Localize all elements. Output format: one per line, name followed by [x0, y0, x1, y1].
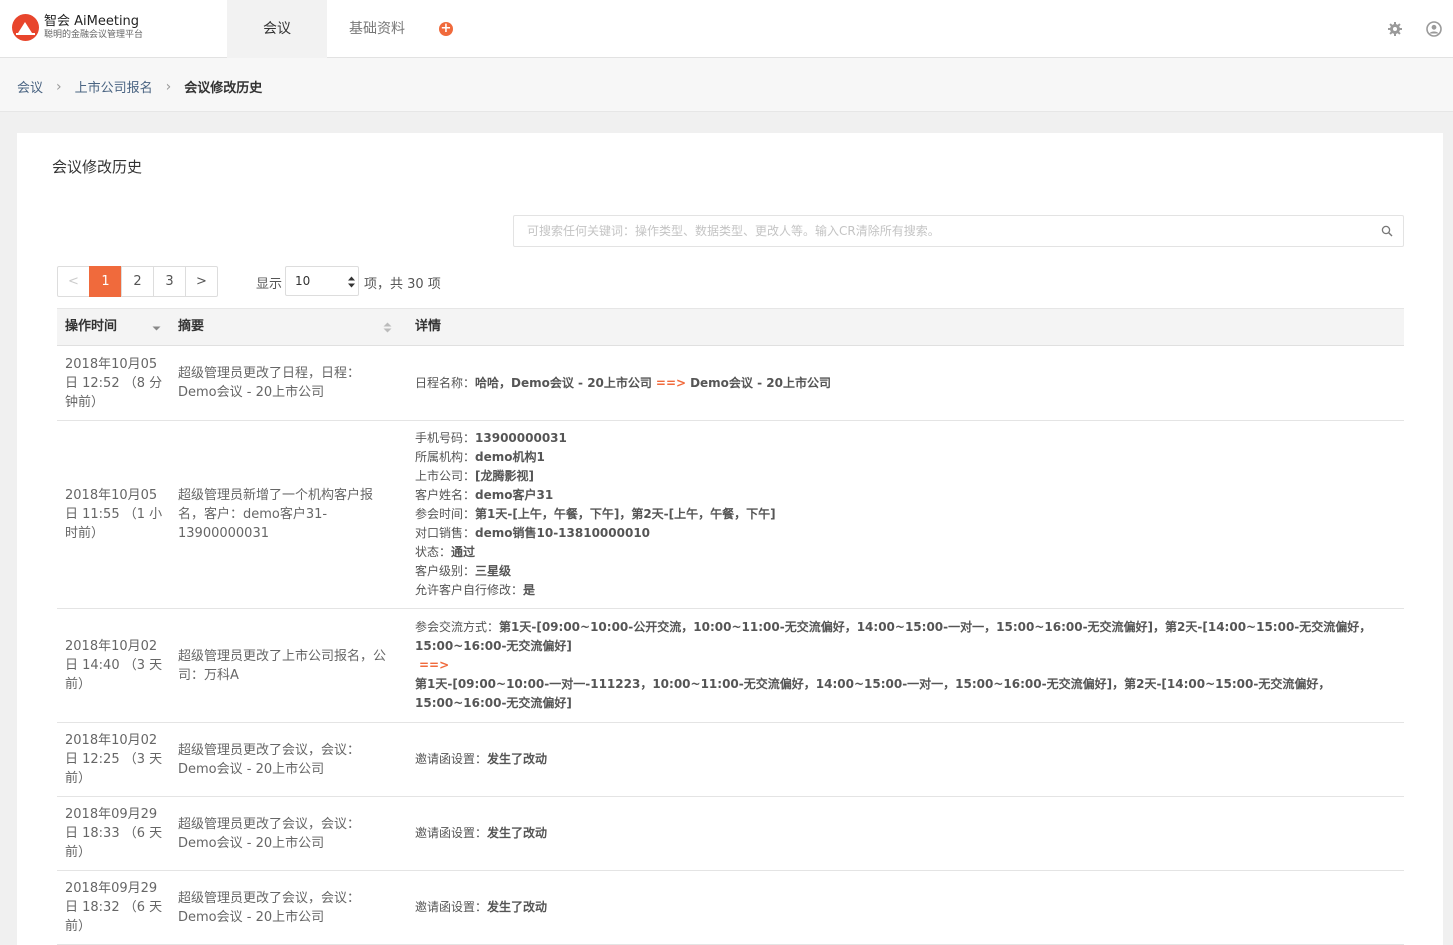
detail-key: 邀请函设置：	[415, 752, 488, 766]
history-table: 操作时间 摘要 详情 2018年10月05日 12:52 （8 分钟前） 超级管…	[57, 308, 1404, 945]
detail-key: 日程名称：	[415, 375, 476, 390]
detail-value: demo销售10-13810000010	[475, 526, 651, 540]
row-time: 2018年10月05日 11:55 （1 小时前）	[65, 488, 163, 541]
detail-key: 客户级别：	[415, 564, 476, 578]
row-time: 2018年09月29日 18:32 （6 天前）	[65, 881, 163, 934]
brand-subtitle: 聪明的金融会议管理平台	[44, 30, 144, 40]
search-icon[interactable]	[1381, 225, 1393, 237]
detail-new-value: Demo会议 - 20上市公司	[690, 375, 831, 390]
brand-logo-area[interactable]: 智会 AiMeeting 聪明的金融会议管理平台	[12, 14, 143, 41]
detail-value: 发生了改动	[487, 752, 548, 766]
detail-key: 客户姓名：	[415, 488, 476, 502]
row-summary: 超级管理员更改了日程，日程：Demo会议 - 20上市公司	[178, 366, 361, 400]
row-summary: 超级管理员更改了上市公司报名，公司：万科A	[178, 648, 387, 683]
row-summary: 超级管理员更改了会议，会议：Demo会议 - 20上市公司	[178, 816, 361, 851]
breadcrumb: 会议 › 上市公司报名 › 会议修改历史	[17, 77, 263, 97]
gear-icon[interactable]	[1387, 21, 1403, 37]
page-size-label: 显示	[256, 277, 283, 292]
detail-value: 三星级	[475, 564, 512, 578]
table-row: 2018年10月02日 12:25 （3 天前） 超级管理员更改了会议，会议：D…	[57, 723, 1404, 797]
pagination-next[interactable]: >	[185, 266, 218, 297]
detail-old-value: 第1天-[09:00~10:00-公开交流，10:00~11:00-无交流偏好，…	[415, 620, 1372, 653]
change-arrow: ==>	[419, 658, 450, 672]
detail-key: 上市公司：	[415, 469, 476, 483]
search-input[interactable]	[514, 216, 1364, 246]
row-summary: 超级管理员更改了会议，会议：Demo会议 - 20上市公司	[178, 890, 361, 925]
detail-key: 允许客户自行修改：	[415, 583, 524, 597]
column-header-label: 摘要	[178, 319, 205, 334]
plus-circle-icon[interactable]: +	[439, 22, 453, 36]
detail-value: demo客户31	[475, 488, 554, 502]
row-detail: 邀请函设置：发生了改动	[407, 898, 1404, 917]
detail-new-value: 第1天-[09:00~10:00-一对一-111223，10:00~11:00-…	[415, 677, 1331, 710]
row-time: 2018年10月02日 12:25 （3 天前）	[65, 733, 163, 786]
detail-key: 邀请函设置：	[415, 900, 488, 914]
select-arrows-icon	[348, 276, 355, 288]
search-box	[513, 215, 1404, 247]
total-count: 项，共 30 项	[364, 277, 441, 292]
detail-value: 是	[523, 583, 536, 597]
detail-key: 所属机构：	[415, 450, 476, 464]
column-header-summary[interactable]: 摘要	[170, 309, 407, 345]
detail-key: 参会交流方式：	[415, 620, 500, 634]
detail-value: 第1天-[上午，午餐，下午]，第2天-[上午，午餐，下午]	[475, 507, 776, 521]
detail-old-value: 哈哈，Demo会议 - 20上市公司	[475, 375, 652, 390]
page-title: 会议修改历史	[52, 158, 143, 176]
detail-value: 发生了改动	[487, 900, 548, 914]
detail-value: 发生了改动	[487, 826, 548, 840]
top-nav: 智会 AiMeeting 聪明的金融会议管理平台 会议 基础资料 +	[0, 0, 1453, 58]
detail-key: 手机号码：	[415, 431, 476, 445]
row-detail: 手机号码：13900000031 所属机构：demo机构1 上市公司：[龙腾影视…	[407, 429, 1404, 600]
table-row: 2018年10月02日 14:40 （3 天前） 超级管理员更改了上市公司报名，…	[57, 609, 1404, 723]
detail-value: 通过	[451, 545, 476, 559]
detail-key: 参会时间：	[415, 507, 476, 521]
column-header-label: 操作时间	[65, 319, 118, 334]
page-size-value: 10	[295, 274, 311, 288]
row-detail: 参会交流方式：第1天-[09:00~10:00-公开交流，10:00~11:00…	[407, 618, 1404, 713]
tab-basic-data[interactable]: 基础资料	[340, 0, 414, 58]
detail-value: 13900000031	[475, 431, 567, 445]
detail-value: [龙腾影视]	[475, 469, 534, 483]
row-detail: 邀请函设置：发生了改动	[407, 824, 1404, 843]
sort-icon[interactable]	[383, 322, 392, 333]
detail-key: 状态：	[415, 545, 452, 559]
column-header-time[interactable]: 操作时间	[57, 309, 170, 345]
tab-meetings[interactable]: 会议	[227, 0, 327, 58]
pagination-page[interactable]: 1	[89, 266, 122, 297]
table-row: 2018年09月29日 18:32 （6 天前） 超级管理员更改了会议，会议：D…	[57, 871, 1404, 945]
row-detail: 邀请函设置：发生了改动	[407, 750, 1404, 769]
aimeeting-logo-icon	[12, 14, 39, 41]
breadcrumb-listed-company-registration[interactable]: 上市公司报名	[75, 77, 153, 96]
sort-desc-icon[interactable]	[152, 322, 161, 333]
breadcrumb-bar: 会议 › 上市公司报名 › 会议修改历史	[0, 58, 1453, 112]
change-arrow: ==>	[655, 375, 687, 390]
main-panel: 会议修改历史 < 1 2 3 > 显示 10 项，共 30 项 操作时间	[17, 133, 1443, 945]
table-row: 2018年10月05日 12:52 （8 分钟前） 超级管理员更改了日程，日程：…	[57, 346, 1404, 421]
row-summary: 超级管理员新增了一个机构客户报名，客户：demo客户31-13900000031	[178, 488, 374, 541]
user-icon[interactable]	[1426, 21, 1442, 37]
detail-value: demo机构1	[475, 450, 545, 464]
pagination: < 1 2 3 >	[57, 266, 218, 297]
row-time: 2018年09月29日 18:33 （6 天前）	[65, 807, 163, 860]
row-summary: 超级管理员更改了会议，会议：Demo会议 - 20上市公司	[178, 742, 361, 777]
breadcrumb-current: 会议修改历史	[184, 81, 263, 96]
row-time: 2018年10月05日 12:52 （8 分钟前）	[65, 356, 163, 410]
detail-key: 对口销售：	[415, 526, 476, 540]
breadcrumb-meetings[interactable]: 会议	[17, 77, 43, 96]
row-detail: 日程名称：哈哈，Demo会议 - 20上市公司 ==> Demo会议 - 20上市公…	[407, 374, 1404, 393]
row-time: 2018年10月02日 14:40 （3 天前）	[65, 639, 163, 692]
chevron-right-icon: ›	[56, 78, 62, 95]
detail-key: 邀请函设置：	[415, 826, 488, 840]
page-size-select[interactable]: 10	[285, 266, 359, 296]
pagination-page[interactable]: 2	[121, 266, 154, 297]
table-header: 操作时间 摘要 详情	[57, 308, 1404, 346]
column-header-detail: 详情	[407, 309, 1404, 345]
table-row: 2018年10月05日 11:55 （1 小时前） 超级管理员新增了一个机构客户…	[57, 421, 1404, 609]
chevron-right-icon: ›	[165, 78, 172, 95]
pagination-page[interactable]: 3	[153, 266, 186, 297]
brand-name: 智会 AiMeeting	[44, 14, 140, 29]
column-header-label: 详情	[415, 319, 442, 334]
pagination-prev[interactable]: <	[57, 266, 90, 297]
table-row: 2018年09月29日 18:33 （6 天前） 超级管理员更改了会议，会议：D…	[57, 797, 1404, 871]
